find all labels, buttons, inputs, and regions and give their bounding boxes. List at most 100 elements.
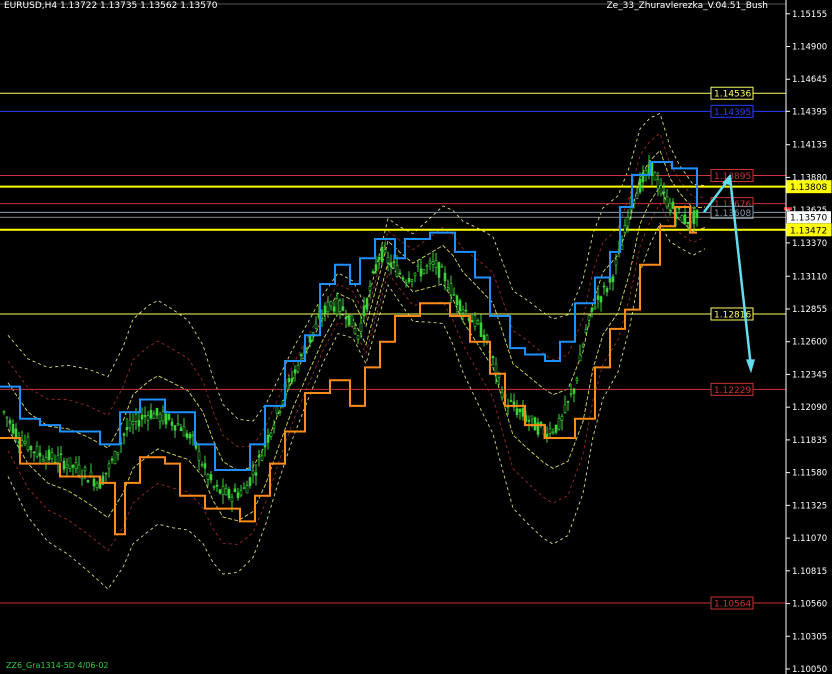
candles bbox=[2, 154, 699, 512]
y-tick-label: 1.14135 bbox=[792, 141, 827, 151]
candle-body bbox=[410, 279, 414, 282]
candle-body bbox=[395, 264, 399, 277]
candle-body bbox=[209, 474, 213, 481]
candle-body bbox=[581, 344, 585, 348]
candle-body bbox=[632, 200, 636, 204]
step-channel bbox=[0, 161, 698, 536]
candle-body bbox=[383, 249, 387, 253]
candle-body bbox=[329, 301, 333, 307]
y-tick-label: 1.12855 bbox=[792, 305, 827, 315]
candle-body bbox=[251, 470, 255, 475]
candle-body bbox=[68, 457, 72, 469]
footer-date-label: ZZ6_Gra1314-5D 4/06-02 bbox=[6, 661, 109, 670]
candle-body bbox=[608, 277, 612, 283]
candle-body bbox=[563, 404, 567, 413]
candle-body bbox=[233, 488, 237, 493]
y-tick-label: 1.14645 bbox=[792, 75, 827, 85]
candle-body bbox=[314, 323, 318, 329]
candle-body bbox=[638, 178, 642, 193]
candle-body bbox=[695, 209, 699, 219]
candle-body bbox=[593, 306, 597, 310]
candle-body bbox=[509, 400, 513, 402]
candle-body bbox=[482, 334, 486, 341]
candle-body bbox=[23, 441, 27, 444]
level-label: 1.14536 bbox=[714, 90, 751, 100]
candle-body bbox=[533, 417, 537, 431]
level-label: 1.13895 bbox=[714, 172, 751, 182]
candle-body bbox=[515, 408, 519, 415]
y-tick-label: 1.10305 bbox=[792, 632, 827, 642]
candle-body bbox=[287, 378, 291, 383]
candle-body bbox=[29, 446, 33, 451]
y-tick-label: 1.13880 bbox=[792, 173, 827, 183]
candle-body bbox=[359, 322, 363, 332]
candle-body bbox=[671, 201, 675, 209]
candle-body bbox=[335, 298, 339, 315]
candle-body bbox=[32, 451, 36, 454]
candle-body bbox=[344, 316, 348, 320]
candle-body bbox=[548, 428, 552, 434]
candle-body bbox=[653, 171, 657, 181]
candle-body bbox=[596, 295, 600, 300]
candle-body bbox=[140, 414, 144, 420]
candle-body bbox=[584, 329, 588, 333]
candle-body bbox=[569, 393, 573, 395]
candle-body bbox=[59, 453, 63, 456]
y-tick-label: 1.12090 bbox=[792, 403, 827, 413]
candle-body bbox=[77, 464, 81, 476]
candle-body bbox=[143, 415, 147, 417]
candle-body bbox=[560, 416, 564, 421]
candle-body bbox=[566, 401, 570, 403]
y-tick-label: 1.12600 bbox=[792, 338, 827, 348]
candle-body bbox=[461, 309, 465, 314]
candle-body bbox=[635, 193, 639, 199]
candle-body bbox=[320, 318, 324, 321]
candle-body bbox=[398, 272, 402, 275]
candle-body bbox=[278, 411, 282, 413]
indicator-name: Ze_33_Zhuravlerezka_V.04.51_Bush bbox=[606, 1, 768, 11]
candle-body bbox=[371, 271, 375, 274]
candle-body bbox=[152, 413, 156, 419]
candle-body bbox=[155, 407, 159, 416]
candle-body bbox=[125, 427, 129, 431]
candle-body bbox=[347, 314, 351, 326]
y-tick-label: 1.13625 bbox=[792, 206, 827, 216]
candle-body bbox=[431, 261, 435, 265]
candle-body bbox=[95, 482, 99, 488]
candle-body bbox=[476, 320, 480, 325]
candle-body bbox=[161, 411, 165, 422]
y-tick-label: 1.15155 bbox=[792, 10, 827, 20]
candle-body bbox=[92, 478, 96, 487]
candle-body bbox=[680, 215, 684, 223]
candle-body bbox=[164, 413, 168, 425]
candle-body bbox=[239, 490, 243, 496]
envelope-inner-lower bbox=[7, 202, 706, 552]
envelope-outer-upper bbox=[7, 112, 706, 422]
candle-body bbox=[356, 335, 360, 340]
price-chart[interactable]: 1.145361.143951.138951.138081.136761.136… bbox=[0, 0, 832, 674]
candle-body bbox=[575, 378, 579, 381]
candle-body bbox=[44, 457, 48, 464]
candle-body bbox=[464, 309, 468, 312]
y-tick-label: 1.11325 bbox=[792, 501, 827, 511]
candle-body bbox=[656, 179, 660, 190]
candle-body bbox=[83, 467, 87, 472]
price-axis[interactable]: 1.15155 1.14900 1.14645 1.14395 1.14135 1.138… bbox=[785, 0, 827, 674]
forecast-arrow-head bbox=[746, 359, 755, 374]
candle-body bbox=[113, 451, 117, 465]
candle-body bbox=[173, 425, 177, 431]
candle-body bbox=[440, 265, 444, 268]
candle-body bbox=[458, 300, 462, 312]
y-tick-label: 1.10815 bbox=[792, 567, 827, 577]
candle-body bbox=[299, 354, 303, 357]
candle-body bbox=[590, 307, 594, 312]
candle-body bbox=[557, 418, 561, 430]
candle-body bbox=[587, 315, 591, 321]
candle-body bbox=[389, 262, 393, 268]
candle-body bbox=[254, 472, 258, 476]
candle-body bbox=[692, 210, 696, 225]
candle-body bbox=[659, 185, 663, 195]
candle-body bbox=[134, 414, 138, 422]
candle-body bbox=[479, 322, 483, 337]
envelope-inner-upper bbox=[7, 132, 706, 448]
